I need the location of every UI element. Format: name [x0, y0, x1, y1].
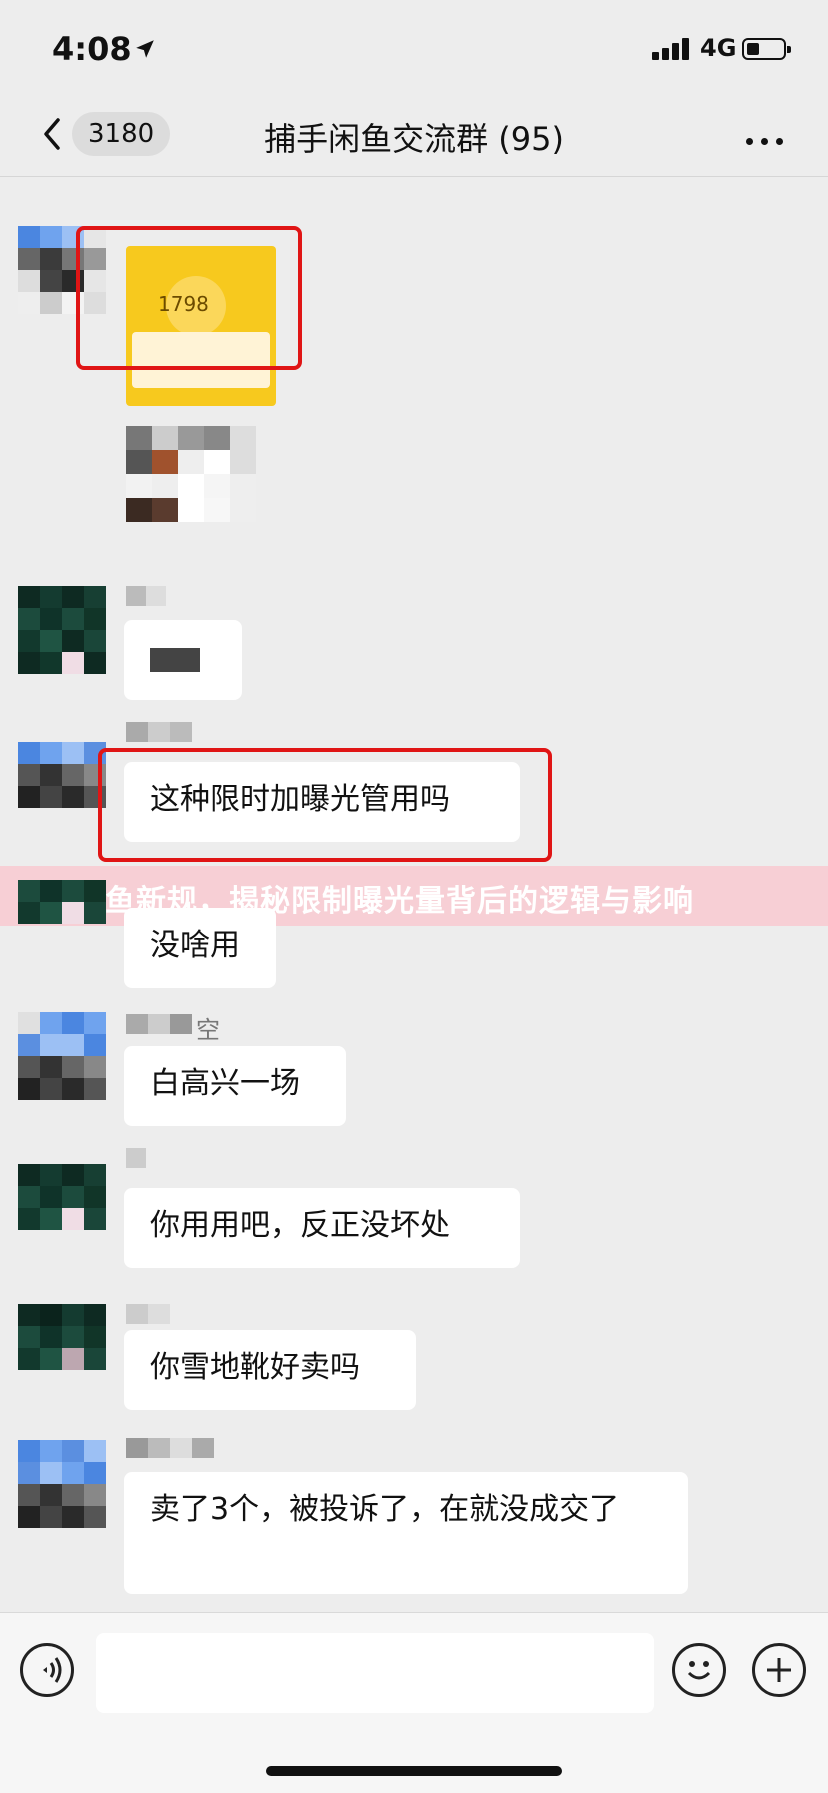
avatar[interactable]: [18, 1304, 106, 1370]
avatar[interactable]: [18, 742, 106, 808]
blurred-text: [150, 648, 200, 672]
highlight-box-message: [98, 748, 552, 862]
location-arrow-icon: [136, 40, 154, 58]
sender-name-blurred: [126, 1438, 214, 1458]
signal-icon: [652, 38, 692, 60]
chat-title: 捕手闲鱼交流群 (95): [264, 120, 564, 158]
voice-input-icon[interactable]: [20, 1643, 74, 1697]
chat-header: 3180 捕手闲鱼交流群 (95): [0, 100, 828, 177]
message-bubble[interactable]: 白高兴一场: [124, 1046, 346, 1126]
message-text: 白高兴一场: [150, 1066, 300, 1101]
message-input[interactable]: [96, 1633, 654, 1713]
message-text: 卖了3个，被投诉了，在就没成交了: [150, 1492, 620, 1527]
status-time: 4:08: [52, 30, 132, 68]
message-bubble[interactable]: 卖了3个，被投诉了，在就没成交了: [124, 1472, 688, 1594]
avatar[interactable]: [18, 1440, 106, 1528]
blurred-image: [126, 426, 256, 522]
sender-name-blurred: [126, 1304, 170, 1324]
plus-icon[interactable]: [752, 1643, 806, 1697]
battery-icon: [742, 38, 791, 60]
highlight-box-screenshot: [76, 226, 302, 370]
home-indicator: [266, 1766, 562, 1776]
sender-name-blurred: [126, 1148, 146, 1168]
message-bubble[interactable]: 没啥用: [124, 908, 276, 988]
more-options-icon[interactable]: [746, 130, 791, 149]
sender-name-blurred: [126, 1014, 192, 1034]
emoji-icon[interactable]: [672, 1643, 726, 1697]
message-text: 你用用吧，反正没坏处: [150, 1208, 450, 1243]
message-text: 你雪地靴好卖吗: [150, 1350, 360, 1385]
status-bar: 4:08 4G: [0, 0, 828, 100]
sender-name-blurred: [126, 722, 192, 742]
message-bubble[interactable]: [124, 620, 242, 700]
message-bubble[interactable]: 你雪地靴好卖吗: [124, 1330, 416, 1410]
sender-name-fragment: 空: [196, 1016, 220, 1044]
avatar[interactable]: [18, 586, 106, 674]
avatar[interactable]: [18, 1164, 106, 1230]
sender-name-blurred: [126, 586, 166, 606]
avatar[interactable]: [18, 1012, 106, 1100]
network-type: 4G: [700, 34, 737, 62]
message-text: 没啥用: [150, 928, 240, 963]
avatar[interactable]: [18, 880, 106, 924]
message-bubble[interactable]: 你用用吧，反正没坏处: [124, 1188, 520, 1268]
